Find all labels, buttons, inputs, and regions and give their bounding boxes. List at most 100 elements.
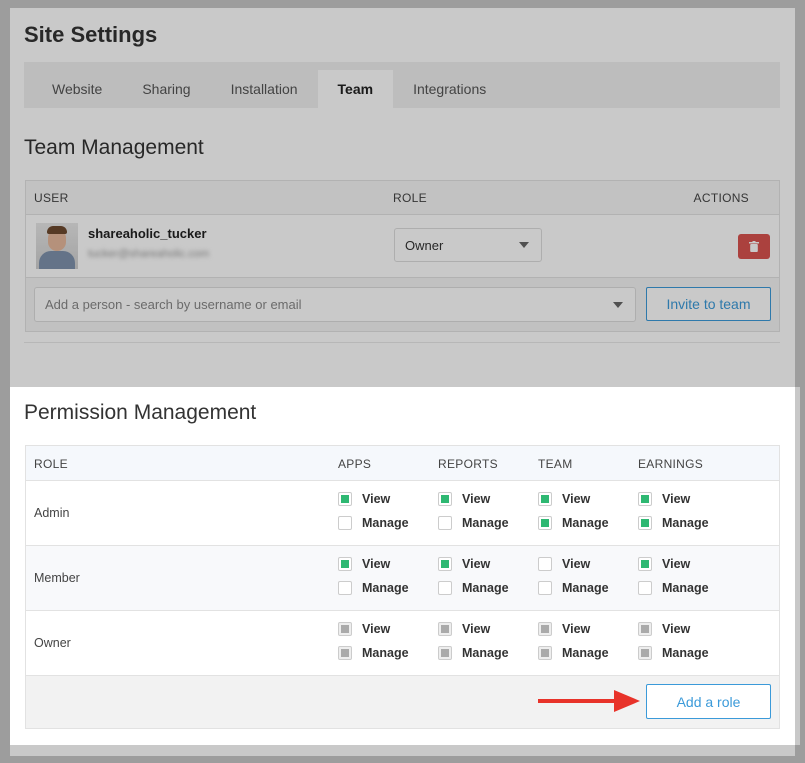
permission-row: Owner View Manage View Manage View Manage View M… [26,611,779,676]
earnings-manage-checkbox[interactable] [638,516,652,530]
apps-manage-checkbox[interactable] [338,581,352,595]
apps-view-checkbox[interactable] [338,492,352,506]
earnings-view-checkbox[interactable] [638,492,652,506]
invite-to-team-button[interactable]: Invite to team [646,287,771,321]
tab-sharing[interactable]: Sharing [122,70,210,108]
page-title: Site Settings [24,22,158,47]
manage-label: Manage [562,581,609,595]
dim-overlay [800,387,805,763]
delete-member-button[interactable] [738,234,770,259]
view-label: View [662,557,691,571]
manage-label: Manage [562,516,609,530]
red-arrow-annotation [538,690,640,712]
earnings-manage-permission: Manage [638,516,709,530]
view-label: View [562,622,591,636]
team-view-permission: View [538,622,590,636]
manage-label: Manage [362,646,409,660]
tab-installation[interactable]: Installation [211,70,318,108]
manage-label: Manage [462,581,509,595]
add-role-button[interactable]: Add a role [646,684,771,719]
reports-view-checkbox[interactable] [438,492,452,506]
earnings-manage-permission: Manage [638,581,709,595]
reports-manage-permission: Manage [438,646,509,660]
apps-view-checkbox[interactable] [338,557,352,571]
role-column-header: ROLE [34,457,68,471]
reports-view-permission: View [438,557,490,571]
reports-view-permission: View [438,622,490,636]
manage-label: Manage [662,646,709,660]
team-table-header: USER ROLE ACTIONS [26,181,779,215]
apps-manage-checkbox [338,646,352,660]
reports-view-checkbox [438,622,452,636]
chevron-down-icon [519,242,529,248]
team-view-checkbox[interactable] [538,492,552,506]
team-table: USER ROLE ACTIONS shareaholic_tucker tuc… [25,180,780,332]
team-manage-checkbox[interactable] [538,516,552,530]
view-label: View [462,557,491,571]
reports-manage-checkbox[interactable] [438,581,452,595]
permission-row: Admin View Manage View Manage View Manage View M… [26,481,779,546]
add-person-search-input[interactable]: Add a person - search by username or ema… [34,287,636,322]
view-label: View [462,492,491,506]
earnings-view-checkbox[interactable] [638,557,652,571]
add-person-placeholder: Add a person - search by username or ema… [45,297,302,312]
team-manage-checkbox [538,646,552,660]
member-role-select[interactable]: Owner [394,228,542,262]
reports-column-header: REPORTS [438,457,498,471]
manage-label: Manage [362,581,409,595]
view-label: View [362,622,391,636]
permission-management-heading: Permission Management [24,401,257,424]
reports-view-permission: View [438,492,490,506]
section-divider [24,342,780,343]
manage-label: Manage [662,581,709,595]
member-email: tucker@shareaholic.com [88,248,210,260]
team-member-row: shareaholic_tucker tucker@shareaholic.co… [26,215,779,277]
manage-label: Manage [462,646,509,660]
reports-manage-checkbox [438,646,452,660]
team-management-heading: Team Management [24,136,204,159]
team-view-checkbox [538,622,552,636]
reports-view-checkbox[interactable] [438,557,452,571]
permission-role-label: Member [34,571,80,585]
manage-label: Manage [662,516,709,530]
settings-tabs: Website Sharing Installation Team Integr… [24,62,780,108]
tab-integrations[interactable]: Integrations [393,70,506,108]
add-member-row: Add a person - search by username or ema… [26,277,779,331]
apps-view-checkbox [338,622,352,636]
earnings-view-permission: View [638,622,690,636]
user-column-header: USER [34,190,69,205]
team-manage-checkbox[interactable] [538,581,552,595]
role-column-header: ROLE [393,190,427,205]
apps-column-header: APPS [338,457,372,471]
reports-manage-checkbox[interactable] [438,516,452,530]
earnings-view-checkbox [638,622,652,636]
team-column-header: TEAM [538,457,573,471]
apps-view-permission: View [338,622,390,636]
earnings-manage-checkbox[interactable] [638,581,652,595]
permissions-table: ROLE APPS REPORTS TEAM EARNINGS Admin Vie… [25,445,780,729]
manage-label: Manage [362,516,409,530]
dim-overlay [0,387,10,763]
team-view-permission: View [538,557,590,571]
permission-row: Member View Manage View Manage View Manage View… [26,546,779,611]
trash-icon [749,241,759,252]
manage-label: Manage [562,646,609,660]
apps-manage-permission: Manage [338,646,409,660]
earnings-view-permission: View [638,557,690,571]
earnings-manage-checkbox [638,646,652,660]
team-view-checkbox[interactable] [538,557,552,571]
tab-team[interactable]: Team [317,70,394,108]
apps-view-permission: View [338,492,390,506]
view-label: View [662,622,691,636]
chevron-down-icon [613,302,623,308]
apps-manage-permission: Manage [338,581,409,595]
reports-manage-permission: Manage [438,581,509,595]
view-label: View [362,492,391,506]
permissions-footer: Add a role [26,676,779,728]
member-username: shareaholic_tucker [88,226,207,241]
apps-manage-checkbox[interactable] [338,516,352,530]
permission-role-label: Owner [34,636,71,650]
tab-website[interactable]: Website [32,70,122,108]
view-label: View [662,492,691,506]
team-manage-permission: Manage [538,646,609,660]
